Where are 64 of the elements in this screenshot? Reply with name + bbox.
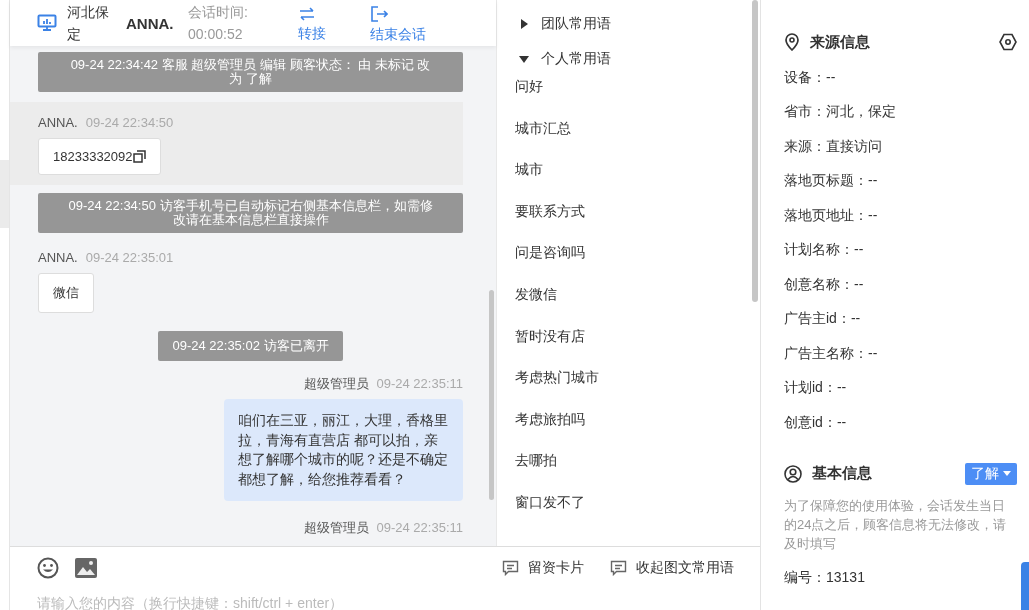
message-bubble: 咱们在三亚，丽江，大理，香格里拉，青海有直营店 都可以拍，亲想了解哪个城市的呢？还是不确定都想了解，给您推荐看看？ <box>224 399 463 501</box>
sender-name: ANNA. <box>38 114 78 132</box>
info-field: 设备：-- <box>784 67 836 87</box>
message-icon <box>610 560 627 576</box>
section-title: 来源信息 <box>810 32 870 52</box>
session-time-label: 会话时间: <box>188 3 249 22</box>
info-field: 来源：直接访问 <box>784 136 882 156</box>
phrase-item[interactable]: 问是咨询吗 <box>515 245 585 287</box>
caret-right-icon <box>519 18 529 29</box>
sender-name: ANNA. <box>38 249 78 267</box>
transfer-button[interactable]: 转接 <box>298 5 326 41</box>
end-session-button[interactable]: 结束会话 <box>370 4 426 42</box>
info-field: 落地页地址：-- <box>784 205 878 225</box>
message-bubble: 微信 <box>38 273 94 313</box>
phrase-item[interactable]: 暂时没有店 <box>515 328 585 371</box>
visitor-name: ANNA. <box>126 14 175 32</box>
phrase-item[interactable]: 问好 <box>515 79 543 121</box>
system-message: 09-24 22:34:42 客服 超级管理员 编辑 顾客状态： 由 未标记 改为 了解 <box>38 52 463 92</box>
sender-name: 超级管理员 <box>303 375 369 393</box>
phrase-item[interactable]: 窗口发不了 <box>515 494 585 537</box>
visitor-location: 河北保定 <box>67 3 110 44</box>
phrase-group-header[interactable]: 团队常用语 <box>515 0 611 47</box>
phrase-item[interactable]: 城市 <box>515 162 543 204</box>
message-time: 09-24 22:35:01 <box>85 249 174 267</box>
session-time: 00:00:52 <box>188 25 244 44</box>
info-field: 计划id：-- <box>784 378 847 397</box>
info-field: 计划名称：-- <box>784 240 864 259</box>
settings-icon[interactable] <box>999 33 1017 51</box>
lead-card-button[interactable]: 留资卡片 <box>502 559 584 577</box>
caret-down-icon <box>519 54 529 64</box>
copy-icon[interactable] <box>132 150 146 163</box>
info-note: 为了保障您的使用体验，会话发生当日的24点之后，顾客信息将无法修改，请及时填写 <box>784 496 1008 553</box>
emoji-icon[interactable] <box>37 557 59 579</box>
info-field: 编号：13131 <box>784 568 865 587</box>
phrase-item[interactable]: 要联系方式 <box>515 203 585 246</box>
system-message: 09-24 22:34:50 访客手机号已自动标记右侧基本信息栏，如需修改请在基本信息栏直接操作 <box>38 193 463 233</box>
phrase-item[interactable]: 去哪拍 <box>515 453 557 495</box>
info-field: 创意id：-- <box>784 412 847 432</box>
message-icon <box>502 560 519 576</box>
image-icon[interactable] <box>75 558 97 578</box>
message-bubble: 18233332092 <box>38 138 161 175</box>
info-field: 省市：河北，保定 <box>784 102 896 121</box>
phrase-group-header[interactable]: 个人常用语 <box>515 46 611 72</box>
location-pin-icon <box>784 33 800 51</box>
caret-down-icon <box>1003 471 1011 476</box>
phrase-item[interactable]: 城市汇总 <box>515 120 571 163</box>
phrase-item[interactable]: 考虑旅拍吗 <box>515 411 585 454</box>
user-icon <box>784 464 802 483</box>
section-title: 基本信息 <box>812 464 872 483</box>
message-time: 09-24 22:35:11 <box>376 375 463 393</box>
swap-arrows-icon <box>298 5 316 22</box>
info-field: 广告主名称：-- <box>784 343 878 363</box>
exit-icon <box>370 4 388 23</box>
sender-name: 超级管理员 <box>303 519 369 537</box>
collapse-phrases-button[interactable]: 收起图文常用语 <box>610 559 734 577</box>
monitor-icon <box>37 14 57 32</box>
phrase-item[interactable]: 考虑热门城市 <box>515 370 599 412</box>
phrase-item[interactable]: 发微信 <box>515 286 557 329</box>
info-field: 广告主id：-- <box>784 309 861 328</box>
info-field: 落地页标题：-- <box>784 171 878 190</box>
message-time: 09-24 22:35:11 <box>376 519 463 537</box>
system-message: 09-24 22:35:02 访客已离开 <box>158 331 343 361</box>
info-field: 创意名称：-- <box>784 274 864 294</box>
message-time: 09-24 22:34:50 <box>85 114 174 132</box>
